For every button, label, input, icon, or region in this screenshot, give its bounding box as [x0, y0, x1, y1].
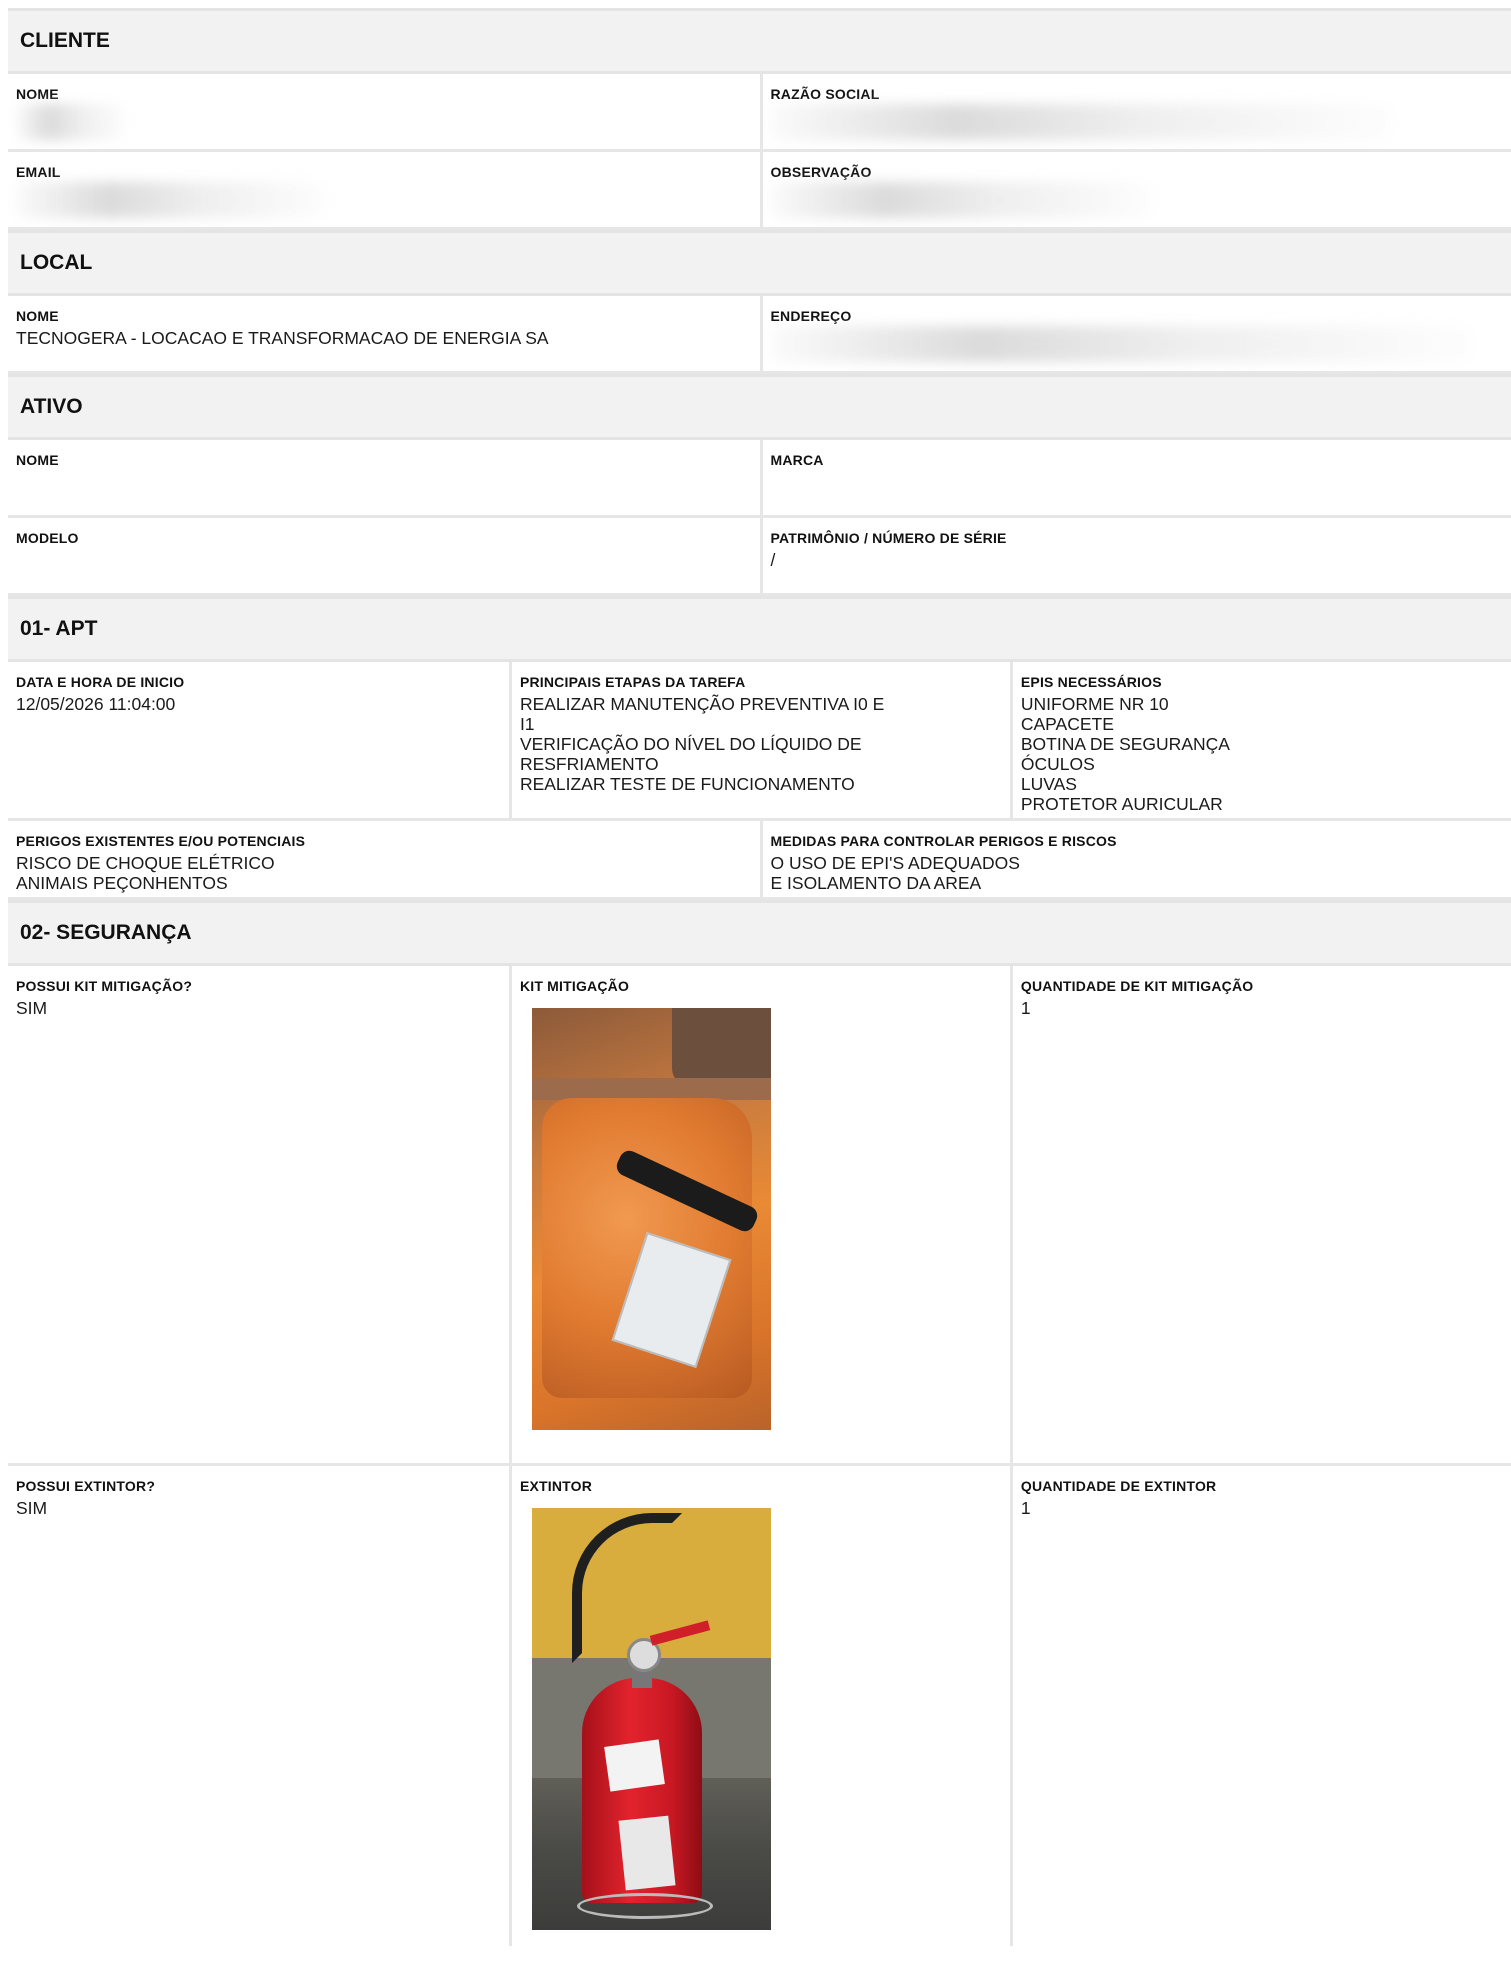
- section-title: 01- APT: [20, 617, 98, 640]
- section-title: ATIVO: [20, 395, 83, 418]
- field-label: MARCA: [770, 452, 824, 468]
- field-label: KIT MITIGAÇÃO: [519, 978, 630, 994]
- field-label: RAZÃO SOCIAL: [770, 86, 880, 102]
- section-header-cliente: CLIENTE: [8, 8, 1511, 74]
- section-title: 02- SEGURANÇA: [20, 921, 192, 944]
- redacted-value: [770, 326, 1471, 362]
- cliente-row-2: EMAIL OBSERVAÇÃO: [8, 152, 1511, 230]
- apt-data-cell: DATA E HORA DE INICIO 12/05/2026 11:04:0…: [8, 662, 509, 818]
- section-header-seguranca: 02- SEGURANÇA: [8, 900, 1511, 966]
- photo-detail: [604, 1739, 665, 1792]
- field-label: NOME: [16, 86, 59, 102]
- cliente-nome-cell: NOME: [8, 74, 760, 149]
- field-value: REALIZAR MANUTENÇÃO PREVENTIVA I0 E I1 V…: [519, 694, 885, 794]
- local-row: NOME TECNOGERA - LOCACAO E TRANSFORMACAO…: [8, 296, 1511, 374]
- field-value: 1: [1020, 998, 1031, 1018]
- section-title: CLIENTE: [20, 29, 110, 52]
- seguranca-row-extintor: POSSUI EXTINTOR? SIM EXTINTOR QUANTIDADE…: [8, 1466, 1511, 1946]
- photo-wrapper: [520, 994, 1002, 1430]
- section-title: LOCAL: [20, 251, 93, 274]
- field-value: SIM: [16, 1498, 48, 1518]
- field-label: MEDIDAS PARA CONTROLAR PERIGOS E RISCOS: [770, 833, 1117, 849]
- kit-qtd-cell: QUANTIDADE DE KIT MITIGAÇÃO 1: [1009, 966, 1511, 1463]
- field-value: 12/05/2026 11:04:00: [16, 694, 176, 714]
- field-label: PATRIMÔNIO / NÚMERO DE SÉRIE: [770, 530, 1007, 546]
- field-label: OBSERVAÇÃO: [770, 164, 872, 180]
- field-label: NOME: [16, 308, 59, 324]
- apt-row-2: PERIGOS EXISTENTES E/OU POTENCIAIS RISCO…: [8, 821, 1511, 900]
- ext-possui-cell: POSSUI EXTINTOR? SIM: [8, 1466, 509, 1946]
- field-label: NOME: [16, 452, 59, 468]
- field-value: TECNOGERA - LOCACAO E TRANSFORMACAO DE E…: [16, 328, 549, 348]
- field-label: DATA E HORA DE INICIO: [16, 674, 185, 690]
- apt-epis-cell: EPIS NECESSÁRIOS UNIFORME NR 10 CAPACETE…: [1009, 662, 1511, 818]
- redacted-value: [770, 104, 1391, 140]
- redacted-value: [16, 104, 126, 140]
- section-header-ativo: ATIVO: [8, 374, 1511, 440]
- field-label: EPIS NECESSÁRIOS: [1020, 674, 1162, 690]
- ext-qtd-cell: QUANTIDADE DE EXTINTOR 1: [1009, 1466, 1511, 1946]
- local-nome-cell: NOME TECNOGERA - LOCACAO E TRANSFORMACAO…: [8, 296, 760, 371]
- ativo-row-2: MODELO PATRIMÔNIO / NÚMERO DE SÉRIE /: [8, 518, 1511, 596]
- cliente-razao-cell: RAZÃO SOCIAL: [759, 74, 1511, 149]
- cliente-email-cell: EMAIL: [8, 152, 760, 227]
- ext-photo-cell: EXTINTOR: [508, 1466, 1010, 1946]
- ativo-nome-cell: NOME: [8, 440, 760, 515]
- field-label: EMAIL: [16, 164, 61, 180]
- field-value: O USO DE EPI'S ADEQUADOS E ISOLAMENTO DA…: [770, 853, 1020, 893]
- redacted-value: [770, 182, 1151, 218]
- ativo-patrimonio-cell: PATRIMÔNIO / NÚMERO DE SÉRIE /: [759, 518, 1511, 593]
- kit-mitigacao-photo[interactable]: [531, 1008, 771, 1430]
- redacted-value: [16, 182, 326, 218]
- kit-possui-cell: POSSUI KIT MITIGAÇÃO? SIM: [8, 966, 509, 1463]
- field-label: QUANTIDADE DE KIT MITIGAÇÃO: [1020, 978, 1254, 994]
- ativo-marca-cell: MARCA: [759, 440, 1511, 515]
- apt-medidas-cell: MEDIDAS PARA CONTROLAR PERIGOS E RISCOS …: [759, 821, 1511, 897]
- field-label: POSSUI KIT MITIGAÇÃO?: [16, 978, 193, 994]
- ativo-modelo-cell: MODELO: [8, 518, 760, 593]
- seguranca-row-kit: POSSUI KIT MITIGAÇÃO? SIM KIT MITIGAÇÃO …: [8, 966, 1511, 1466]
- report: CLIENTE NOME RAZÃO SOCIAL EMAIL OBSERVAÇ…: [8, 8, 1511, 1946]
- field-label: MODELO: [16, 530, 79, 546]
- field-label: QUANTIDADE DE EXTINTOR: [1020, 1478, 1217, 1494]
- photo-detail: [576, 1893, 713, 1919]
- apt-perigos-cell: PERIGOS EXISTENTES E/OU POTENCIAIS RISCO…: [8, 821, 760, 897]
- photo-detail: [531, 1078, 771, 1100]
- field-value: SIM: [16, 998, 48, 1018]
- photo-detail: [618, 1815, 676, 1891]
- section-header-apt: 01- APT: [8, 596, 1511, 662]
- field-label: ENDEREÇO: [770, 308, 852, 324]
- field-label: POSSUI EXTINTOR?: [16, 1478, 156, 1494]
- field-label: PERIGOS EXISTENTES E/OU POTENCIAIS: [16, 833, 306, 849]
- apt-etapas-cell: PRINCIPAIS ETAPAS DA TAREFA REALIZAR MAN…: [508, 662, 1010, 818]
- photo-wrapper: [520, 1494, 1002, 1930]
- local-endereco-cell: ENDEREÇO: [759, 296, 1511, 371]
- field-value: 1: [1020, 1498, 1031, 1518]
- ativo-row-1: NOME MARCA: [8, 440, 1511, 518]
- field-label: EXTINTOR: [519, 1478, 593, 1494]
- field-value: UNIFORME NR 10 CAPACETE BOTINA DE SEGURA…: [1020, 694, 1230, 814]
- field-value: RISCO DE CHOQUE ELÉTRICO ANIMAIS PEÇONHE…: [16, 853, 275, 893]
- cliente-obs-cell: OBSERVAÇÃO: [759, 152, 1511, 227]
- kit-photo-cell: KIT MITIGAÇÃO: [508, 966, 1010, 1463]
- field-value: /: [770, 550, 776, 570]
- field-label: PRINCIPAIS ETAPAS DA TAREFA: [519, 674, 746, 690]
- section-header-local: LOCAL: [8, 230, 1511, 296]
- apt-row-1: DATA E HORA DE INICIO 12/05/2026 11:04:0…: [8, 662, 1511, 821]
- extintor-photo[interactable]: [531, 1508, 771, 1930]
- cliente-row-1: NOME RAZÃO SOCIAL: [8, 74, 1511, 152]
- photo-detail: [671, 1008, 771, 1088]
